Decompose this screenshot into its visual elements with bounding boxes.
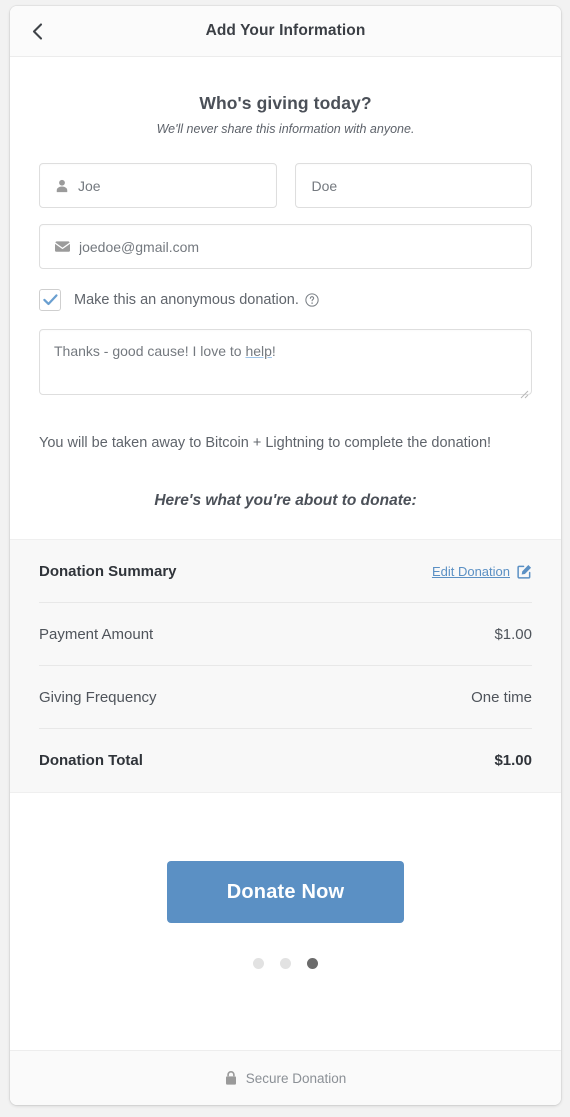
footer-text: Secure Donation [245,1070,347,1086]
back-button[interactable] [24,18,50,44]
summary-row-value: $1.00 [494,625,532,643]
table-row: Giving Frequency One time [39,666,532,730]
table-row: Payment Amount $1.00 [39,603,532,667]
donation-card: Add Your Information Who's giving today?… [10,6,561,1105]
summary-row-label: Giving Frequency [39,688,157,706]
card-body: Who's giving today? We'll never share th… [10,57,561,1105]
step-dot-1[interactable] [253,958,264,970]
first-name-field[interactable] [39,163,277,208]
page-title: Add Your Information [205,22,366,39]
cta-wrapper: Donate Now [10,861,561,924]
donation-summary: Donation Summary Edit Donation Payment A… [10,539,561,794]
summary-row-label: Payment Amount [39,625,154,643]
form-section: Who's giving today? We'll never share th… [10,57,561,510]
edit-pencil-square-icon [517,564,532,579]
summary-row-value: One time [471,688,532,706]
anonymous-checkbox[interactable] [39,289,61,311]
edit-donation-link[interactable]: Edit Donation [432,564,532,579]
table-row-total: Donation Total $1.00 [39,729,532,792]
email-field[interactable] [39,224,532,269]
card-header: Add Your Information [10,6,561,57]
name-fields-row [39,163,532,208]
first-name-input[interactable] [69,164,276,207]
step-dot-2[interactable] [280,958,291,970]
anonymous-row: Make this an anonymous donation. [39,289,532,311]
lock-icon [225,1071,237,1085]
anonymous-label: Make this an anonymous donation. [74,292,299,308]
edit-donation-label: Edit Donation [431,563,510,579]
form-heading: Who's giving today? [199,93,372,113]
comment-textarea[interactable] [39,329,532,395]
card-footer: Secure Donation [10,1050,561,1105]
donate-now-button[interactable]: Donate Now [167,861,404,924]
question-circle-icon[interactable] [305,293,319,307]
checkmark-icon [42,294,58,306]
comment-wrapper: Thanks - good cause! I love to help! [39,329,532,400]
person-icon [55,179,69,193]
last-name-input[interactable] [295,164,531,207]
step-dot-3[interactable] [307,958,318,970]
summary-heading: Donation Summary [39,562,177,580]
chevron-left-icon [32,22,43,40]
summary-header-row: Donation Summary Edit Donation [39,540,532,604]
about-to-donate-heading: Here's what you're about to donate: [154,492,417,510]
email-input[interactable] [70,225,531,268]
gateway-note: You will be taken away to Bitcoin + Ligh… [39,435,492,451]
summary-total-label: Donation Total [39,752,143,770]
last-name-field[interactable] [294,163,532,208]
envelope-icon [55,240,70,253]
form-subheading: We'll never share this information with … [156,122,415,136]
summary-total-value: $1.00 [494,752,532,770]
step-indicator [10,958,561,970]
